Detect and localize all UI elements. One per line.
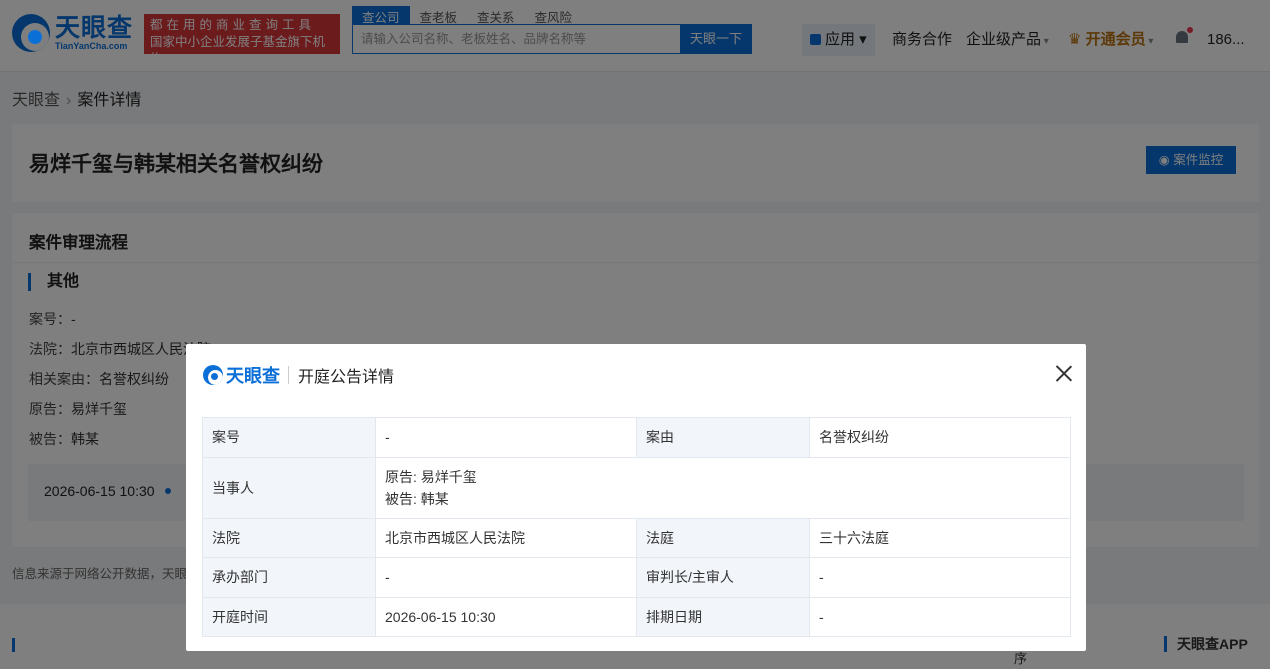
modal-header: 天眼查 开庭公告详情 [203, 362, 394, 388]
table-label: 法庭 [636, 517, 810, 558]
table-label: 案由 [636, 417, 810, 458]
modal-title: 开庭公告详情 [298, 369, 395, 386]
table-label: 案号 [202, 417, 376, 458]
table-label: 排期日期 [636, 596, 810, 637]
table-row: 开庭时间 2026-06-15 10:30 排期日期 - [202, 596, 1071, 637]
divider [288, 366, 289, 384]
table-value: 名誉权纠纷 [809, 417, 1071, 458]
table-row: 承办部门 - 审判长/主审人 - [202, 557, 1071, 598]
party-cell: 原告: 易烊千玺 被告: 韩某 [375, 456, 1071, 519]
hearing-notice-modal: 天眼查 开庭公告详情 案号 - 案由 名誉权纠纷 当事人 原告: 易烊千玺 被告… [186, 344, 1086, 651]
table-row: 当事人 原告: 易烊千玺 被告: 韩某 [202, 456, 1071, 519]
table-value: 三十六法庭 [809, 517, 1071, 558]
table-value: - [375, 557, 637, 598]
logo-eye-icon [203, 365, 223, 385]
table-label: 审判长/主审人 [636, 557, 810, 598]
table-label: 法院 [202, 517, 376, 558]
defendant-value: 被告: 韩某 [385, 490, 449, 507]
table-label: 开庭时间 [202, 596, 376, 637]
table-value: - [809, 557, 1071, 598]
close-icon[interactable] [1054, 363, 1074, 383]
modal-logo-text: 天眼查 [226, 366, 280, 386]
table-label: 当事人 [202, 456, 376, 519]
table-value: - [809, 596, 1071, 637]
table-row: 法院 北京市西城区人民法院 法庭 三十六法庭 [202, 517, 1071, 558]
table-value: - [375, 417, 637, 458]
table-value: 北京市西城区人民法院 [375, 517, 637, 558]
hearing-detail-table: 案号 - 案由 名誉权纠纷 当事人 原告: 易烊千玺 被告: 韩某 法院 北京市… [202, 417, 1071, 637]
plaintiff-value: 原告: 易烊千玺 [385, 468, 477, 485]
table-row: 案号 - 案由 名誉权纠纷 [202, 417, 1071, 458]
table-label: 承办部门 [202, 557, 376, 598]
table-value: 2026-06-15 10:30 [375, 596, 637, 637]
